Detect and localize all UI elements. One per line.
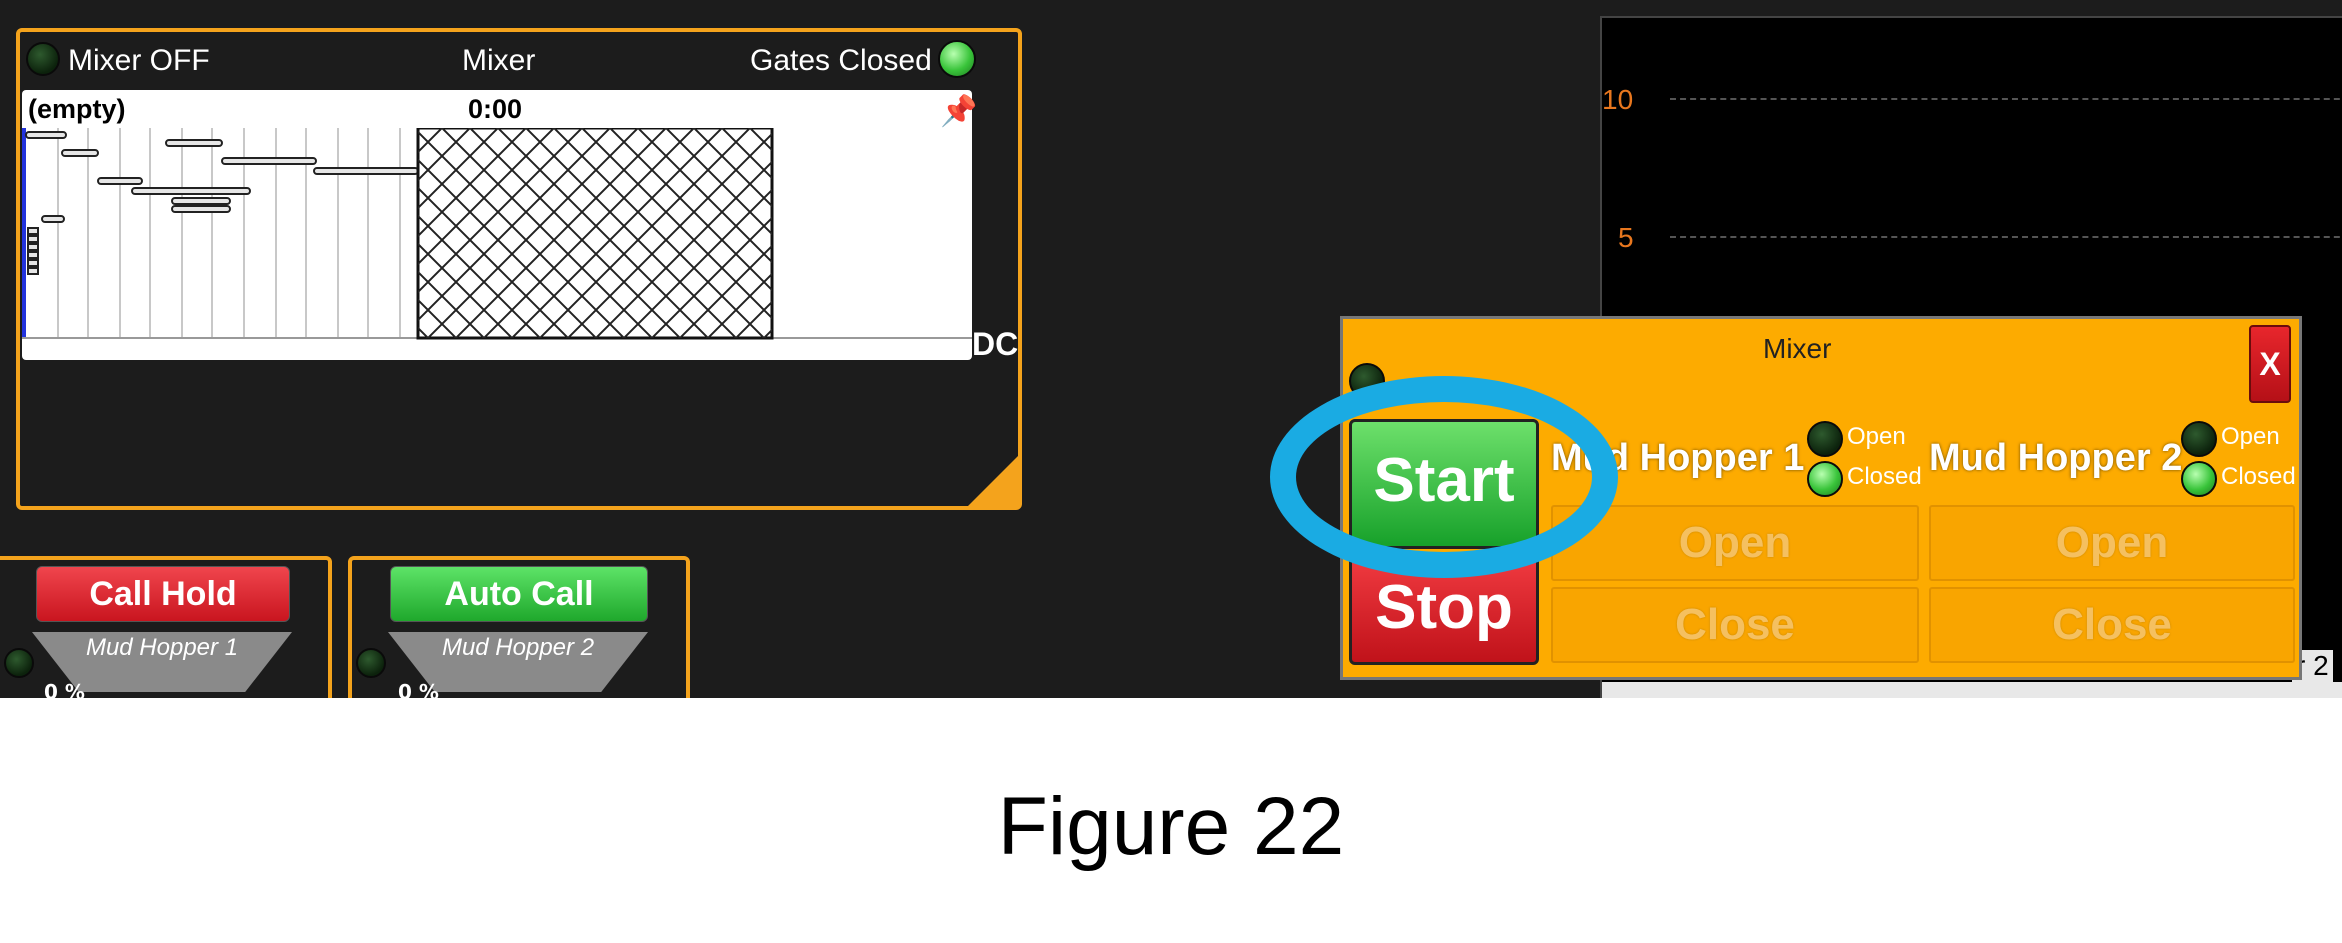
hopper-2-closed-status: Closed	[2221, 463, 2296, 490]
timeline-grid	[22, 128, 972, 340]
gridline-10	[1670, 98, 2342, 100]
popup-title: Mixer	[1763, 333, 1832, 364]
chart-table-strip	[1602, 682, 2342, 698]
close-button[interactable]: X	[2249, 325, 2291, 403]
popup-hopper-2-name: Mud Hopper 2	[1929, 437, 2183, 479]
pin-icon[interactable]: 📌	[940, 94, 977, 129]
y-tick-10: 10	[1602, 84, 1634, 115]
resize-handle[interactable]	[968, 456, 1018, 506]
hopper-2-open-button[interactable]: Open	[1929, 505, 2295, 581]
hopper-1-closed-status: Closed	[1847, 463, 1922, 490]
timeline-chart[interactable]: (empty) 0:00 📌	[22, 90, 977, 360]
mixer-status-label: Mixer OFF	[68, 44, 210, 77]
hopper-2-open-indicator	[2181, 421, 2217, 457]
hopper-2-name: Mud Hopper 2	[441, 634, 595, 661]
hopper-1-name: Mud Hopper 1	[85, 634, 239, 661]
timeline-recipe-label: (empty)	[28, 94, 126, 124]
screenshot-area: Mixer OFF Mixer Gates Closed (empty) 0:0…	[0, 0, 2342, 698]
y-tick-5: 5	[1618, 222, 1634, 253]
hopper-1-indicator	[4, 648, 34, 678]
gates-status-label: Gates Closed	[750, 44, 932, 77]
truncated-label: DC	[972, 326, 1019, 362]
hopper-2-closed-indicator	[2181, 461, 2217, 497]
gridline-5	[1670, 236, 2342, 238]
highlight-ring	[1270, 376, 1618, 578]
hopper-2-close-button[interactable]: Close	[1929, 587, 2295, 663]
mixer-panel: Mixer OFF Mixer Gates Closed (empty) 0:0…	[16, 28, 1022, 510]
hopper-1-open-indicator	[1807, 421, 1843, 457]
gates-status-indicator	[938, 40, 976, 78]
timeline-time-label: 0:00	[468, 94, 523, 124]
mixer-panel-title: Mixer	[462, 44, 536, 77]
figure-caption: Figure 22	[997, 781, 1345, 872]
auto-call-button[interactable]: Auto Call	[390, 566, 648, 622]
mixer-status-indicator	[26, 42, 60, 76]
hopper-2-indicator	[356, 648, 386, 678]
hopper-1-close-button[interactable]: Close	[1551, 587, 1919, 663]
hopper-1-percent: 0 %	[44, 680, 85, 698]
hopper-card-2: Auto Call Mud Hopper 2 0 %	[348, 556, 690, 698]
hopper-1-open-status: Open	[1847, 423, 1906, 450]
hopper-2-percent: 0 %	[398, 680, 439, 698]
call-hold-button[interactable]: Call Hold	[36, 566, 290, 622]
hopper-1-open-button[interactable]: Open	[1551, 505, 1919, 581]
hopper-1-closed-indicator	[1807, 461, 1843, 497]
hopper-2-open-status: Open	[2221, 423, 2280, 450]
hopper-card-1: Call Hold Mud Hopper 1 0 %	[0, 556, 332, 698]
